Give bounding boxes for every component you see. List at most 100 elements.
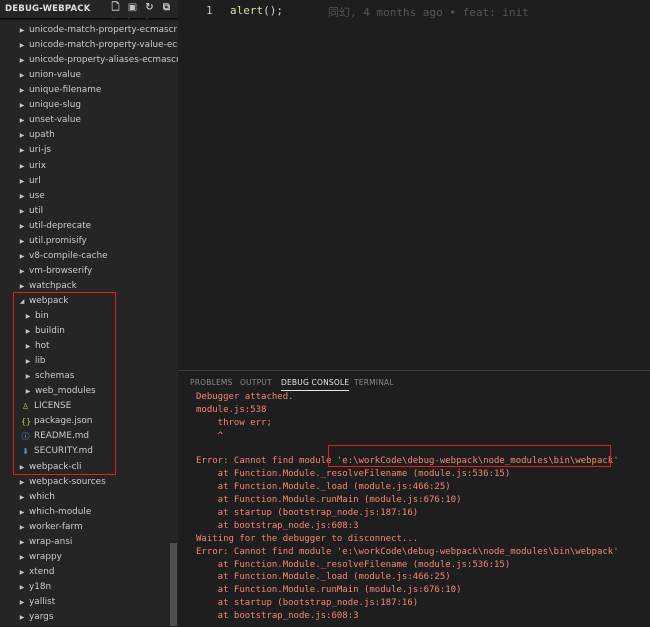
sidebar-scrollbar[interactable] <box>170 543 177 626</box>
tree-folder[interactable]: ▶ util.promisify <box>0 234 170 249</box>
console-line: at Function.Module.runMain (module.js:67… <box>196 495 462 506</box>
tree-folder[interactable]: ▶ util <box>0 204 170 219</box>
chevron-right-icon[interactable]: ▶ <box>18 580 26 595</box>
tree-item-label: url <box>29 175 41 186</box>
tree-item-label: yargs <box>29 612 54 622</box>
console-line: at Function.Module._resolveFilename (mod… <box>196 559 511 570</box>
code-line[interactable]: alert(); <box>230 4 283 17</box>
tree-folder[interactable]: ▶ which-module <box>0 505 170 520</box>
console-line: at bootstrap_node.js:608:3 <box>196 520 359 531</box>
tree-item-label: union-value <box>29 70 81 81</box>
tree-item-label: unset-value <box>29 115 82 126</box>
tree-item-label: unique-filename <box>29 85 102 96</box>
chevron-right-icon[interactable]: ▶ <box>18 38 26 53</box>
tree-item-label: unique-slug <box>29 100 81 111</box>
tree-folder[interactable]: ▶ wrappy <box>0 550 170 565</box>
chevron-right-icon[interactable]: ▶ <box>18 204 26 219</box>
console-line: Error: Cannot find module 'e:\workCode\d… <box>196 546 619 557</box>
highlight-box-module-path <box>328 445 611 467</box>
code-function: alert <box>230 4 264 17</box>
chevron-right-icon[interactable]: ▶ <box>18 535 26 550</box>
tree-item-label: unicode-match-property-ecmascript <box>29 25 178 36</box>
new-file-icon[interactable]: 🗋 <box>110 2 121 13</box>
tree-folder[interactable]: ▶ xtend <box>0 565 170 580</box>
chevron-right-icon[interactable]: ▶ <box>18 565 26 580</box>
chevron-right-icon[interactable]: ▶ <box>18 475 26 490</box>
tree-folder[interactable]: ▶ yallist <box>0 595 170 610</box>
new-folder-icon[interactable]: ▣ <box>127 2 138 13</box>
tree-folder[interactable]: ▶ yargs <box>0 610 170 625</box>
chevron-right-icon[interactable]: ▶ <box>18 143 26 158</box>
console-line: Debugger attached. <box>196 392 294 402</box>
tree-folder[interactable]: ▶ url <box>0 174 170 189</box>
tree-item-label: vm-browserify <box>29 265 93 276</box>
tab-problems[interactable]: PROBLEMS <box>190 378 233 387</box>
tree-item-label: use <box>29 190 45 201</box>
refresh-icon[interactable]: ↻ <box>144 2 155 13</box>
chevron-right-icon[interactable]: ▶ <box>18 174 26 189</box>
tree-item-label: upath <box>29 130 55 141</box>
chevron-right-icon[interactable]: ▶ <box>18 159 26 174</box>
tree-item-label: util <box>29 205 44 216</box>
tree-item-label: v8-compile-cache <box>29 250 108 261</box>
chevron-right-icon[interactable]: ▶ <box>18 98 26 113</box>
tree-folder[interactable]: ▶ y18n <box>0 580 170 595</box>
code-punctuation: (); <box>263 4 283 17</box>
tree-folder[interactable]: ▶ unicode-match-property-ecmascript <box>0 23 178 38</box>
debug-console-output[interactable]: Debugger attached. module.js:538 throw er… <box>196 391 646 623</box>
console-line: at startup (bootstrap_node.js:187:16) <box>196 508 419 519</box>
chevron-right-icon[interactable]: ▶ <box>18 520 26 535</box>
chevron-right-icon[interactable]: ▶ <box>18 610 26 625</box>
tree-folder[interactable]: ▶ urix <box>0 159 170 174</box>
tab-debug-console[interactable]: DEBUG CONSOLE <box>281 378 350 391</box>
tree-folder[interactable]: ▶ union-value <box>0 68 170 83</box>
chevron-right-icon[interactable]: ▶ <box>18 23 26 38</box>
tree-folder[interactable]: ▶ unset-value <box>0 113 170 128</box>
tree-folder[interactable]: ▶ use <box>0 189 170 204</box>
tree-folder[interactable]: ▶ uri-js <box>0 143 170 158</box>
collapse-all-icon[interactable]: ⧉ <box>161 2 172 13</box>
chevron-right-icon[interactable]: ▶ <box>18 189 26 204</box>
tree-folder[interactable]: ▶ worker-farm <box>0 520 170 535</box>
console-line: module.js:538 <box>196 404 267 415</box>
chevron-right-icon[interactable]: ▶ <box>18 113 26 128</box>
tree-folder[interactable]: ▶ unicode-match-property-value-ecm... <box>0 38 178 53</box>
tree-folder[interactable]: ▶ webpack-sources <box>0 475 170 490</box>
chevron-right-icon[interactable]: ▶ <box>18 219 26 234</box>
console-line: ^ <box>196 430 224 441</box>
tree-folder[interactable]: ▶ util-deprecate <box>0 219 170 234</box>
tree-folder[interactable]: ▶ upath <box>0 128 170 143</box>
console-line: at Function.Module.runMain (module.js:67… <box>196 585 462 596</box>
chevron-right-icon[interactable]: ▶ <box>18 53 26 68</box>
highlight-box-webpack-folder <box>13 292 116 475</box>
chevron-right-icon[interactable]: ▶ <box>18 234 26 249</box>
tab-terminal[interactable]: TERMINAL <box>354 378 394 387</box>
tree-folder[interactable]: ▶ v8-compile-cache <box>0 249 170 264</box>
console-line: Waiting for the debugger to disconnect..… <box>196 533 419 544</box>
tree-item-label: unicode-property-aliases-ecmascript <box>29 55 178 66</box>
tree-folder[interactable]: ▶ unique-filename <box>0 83 170 98</box>
chevron-right-icon[interactable]: ▶ <box>18 550 26 565</box>
bottom-panel: PROBLEMS OUTPUT DEBUG CONSOLE TERMINAL Debu… <box>178 370 650 627</box>
console-line: at Function.Module._load (module.js:466:… <box>196 572 451 583</box>
line-number: 1 <box>206 4 213 17</box>
chevron-right-icon[interactable]: ▶ <box>18 595 26 610</box>
tree-item-label: uri-js <box>29 145 52 156</box>
chevron-right-icon[interactable]: ▶ <box>18 264 26 279</box>
editor-area[interactable]: 1 alert(); 同幻, 4 months ago • feat: init <box>178 0 650 370</box>
tree-folder[interactable]: ▶ unicode-property-aliases-ecmascript <box>0 53 178 68</box>
console-line: at startup (bootstrap_node.js:187:16) <box>196 598 419 609</box>
chevron-right-icon[interactable]: ▶ <box>18 83 26 98</box>
tree-folder[interactable]: ▶ vm-browserify <box>0 264 170 279</box>
chevron-right-icon[interactable]: ▶ <box>18 249 26 264</box>
tree-item-label: which <box>29 491 55 502</box>
tree-folder[interactable]: ▶ unique-slug <box>0 98 170 113</box>
chevron-right-icon[interactable]: ▶ <box>18 505 26 520</box>
tree-folder[interactable]: ▶ wrap-ansi <box>0 535 170 550</box>
console-line: at Function.Module._load (module.js:466:… <box>196 482 451 493</box>
chevron-right-icon[interactable]: ▶ <box>18 68 26 83</box>
chevron-right-icon[interactable]: ▶ <box>18 128 26 143</box>
tree-folder[interactable]: ▶ which <box>0 490 170 505</box>
chevron-right-icon[interactable]: ▶ <box>18 490 26 505</box>
tab-output[interactable]: OUTPUT <box>240 378 272 387</box>
